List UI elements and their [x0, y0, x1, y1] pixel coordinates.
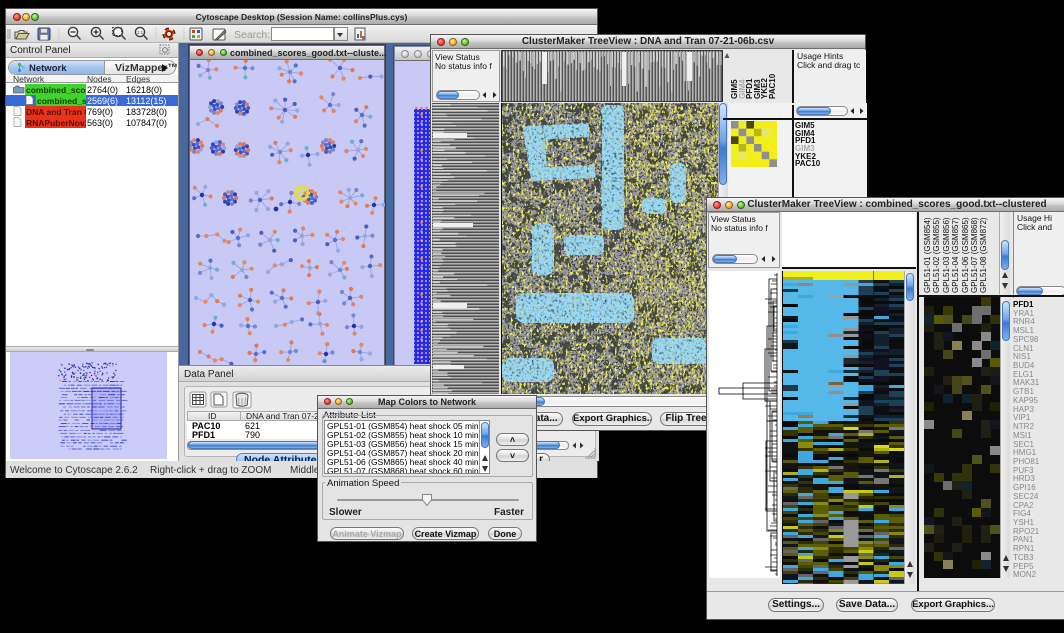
svg-text:1:1: 1:1 — [137, 30, 144, 35]
